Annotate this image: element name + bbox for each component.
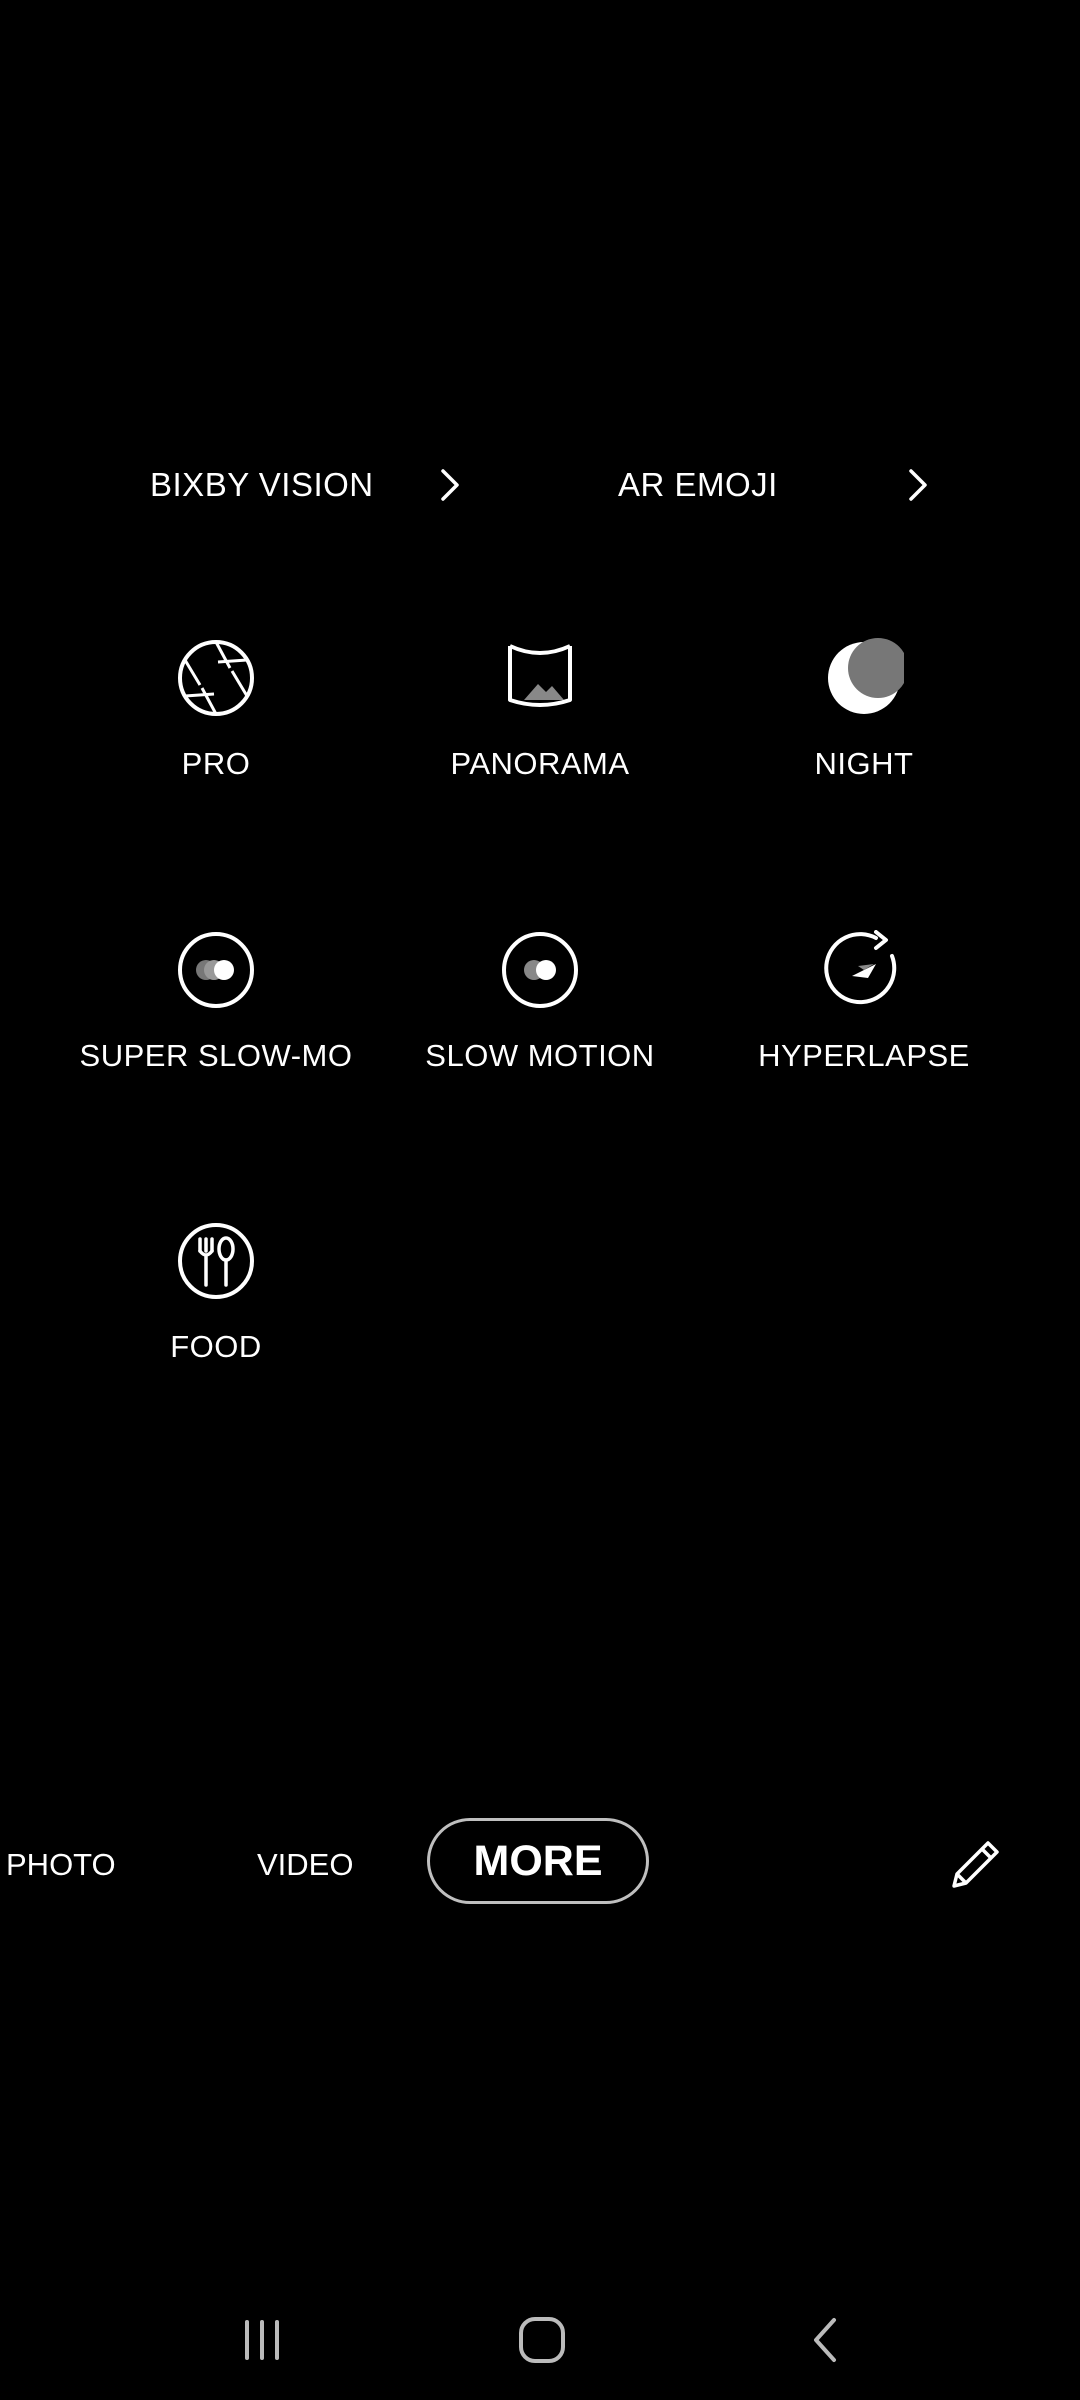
recent-apps-button[interactable]: [217, 2300, 307, 2380]
mode-slow-motion[interactable]: SLOW MOTION: [390, 930, 690, 1074]
ar-emoji-link[interactable]: AR EMOJI: [618, 440, 938, 530]
panorama-icon: [508, 644, 572, 707]
mode-food[interactable]: FOOD: [66, 1221, 366, 1365]
mode-food-label: FOOD: [170, 1329, 262, 1364]
home-icon: [519, 2317, 565, 2363]
hyperlapse-icon: [824, 930, 897, 1005]
mode-super-slow-mo[interactable]: SUPER SLOW-MO: [66, 930, 366, 1074]
slow-motion-icon: [502, 932, 578, 1008]
mode-hyperlapse[interactable]: HYPERLAPSE: [714, 930, 1014, 1074]
mode-pro[interactable]: PRO: [66, 638, 366, 782]
back-button[interactable]: [780, 2300, 870, 2380]
recent-apps-icon: [245, 2320, 279, 2360]
home-button[interactable]: [497, 2300, 587, 2380]
mode-pro-label: PRO: [181, 746, 251, 781]
mode-panorama[interactable]: PANORAMA: [390, 638, 690, 782]
photo-mode-tab[interactable]: PHOTO: [6, 1820, 116, 1910]
chevron-right-icon: [430, 465, 470, 505]
mode-night-label: NIGHT: [814, 746, 914, 781]
mode-hyperlapse-label: HYPERLAPSE: [758, 1038, 970, 1073]
chevron-right-icon: [898, 465, 938, 505]
video-mode-tab[interactable]: VIDEO: [257, 1820, 353, 1910]
pencil-icon: [952, 1841, 999, 1888]
mode-super-slow-mo-label: SUPER SLOW-MO: [79, 1038, 353, 1073]
bixby-vision-label: BIXBY VISION: [150, 466, 374, 503]
mode-slow-motion-label: SLOW MOTION: [425, 1038, 655, 1073]
ar-emoji-label: AR EMOJI: [618, 466, 778, 503]
super-slow-mo-icon: [178, 932, 254, 1008]
mode-panorama-label: PANORAMA: [450, 746, 630, 781]
bixby-vision-link[interactable]: BIXBY VISION: [150, 440, 470, 530]
more-mode-tab[interactable]: MORE: [427, 1818, 649, 1904]
aperture-icon: [178, 640, 254, 716]
edit-modes-button[interactable]: [940, 1830, 1010, 1900]
back-icon: [814, 2318, 836, 2362]
moon-icon: [828, 638, 904, 714]
food-icon: [178, 1223, 254, 1299]
mode-night[interactable]: NIGHT: [714, 638, 1014, 782]
